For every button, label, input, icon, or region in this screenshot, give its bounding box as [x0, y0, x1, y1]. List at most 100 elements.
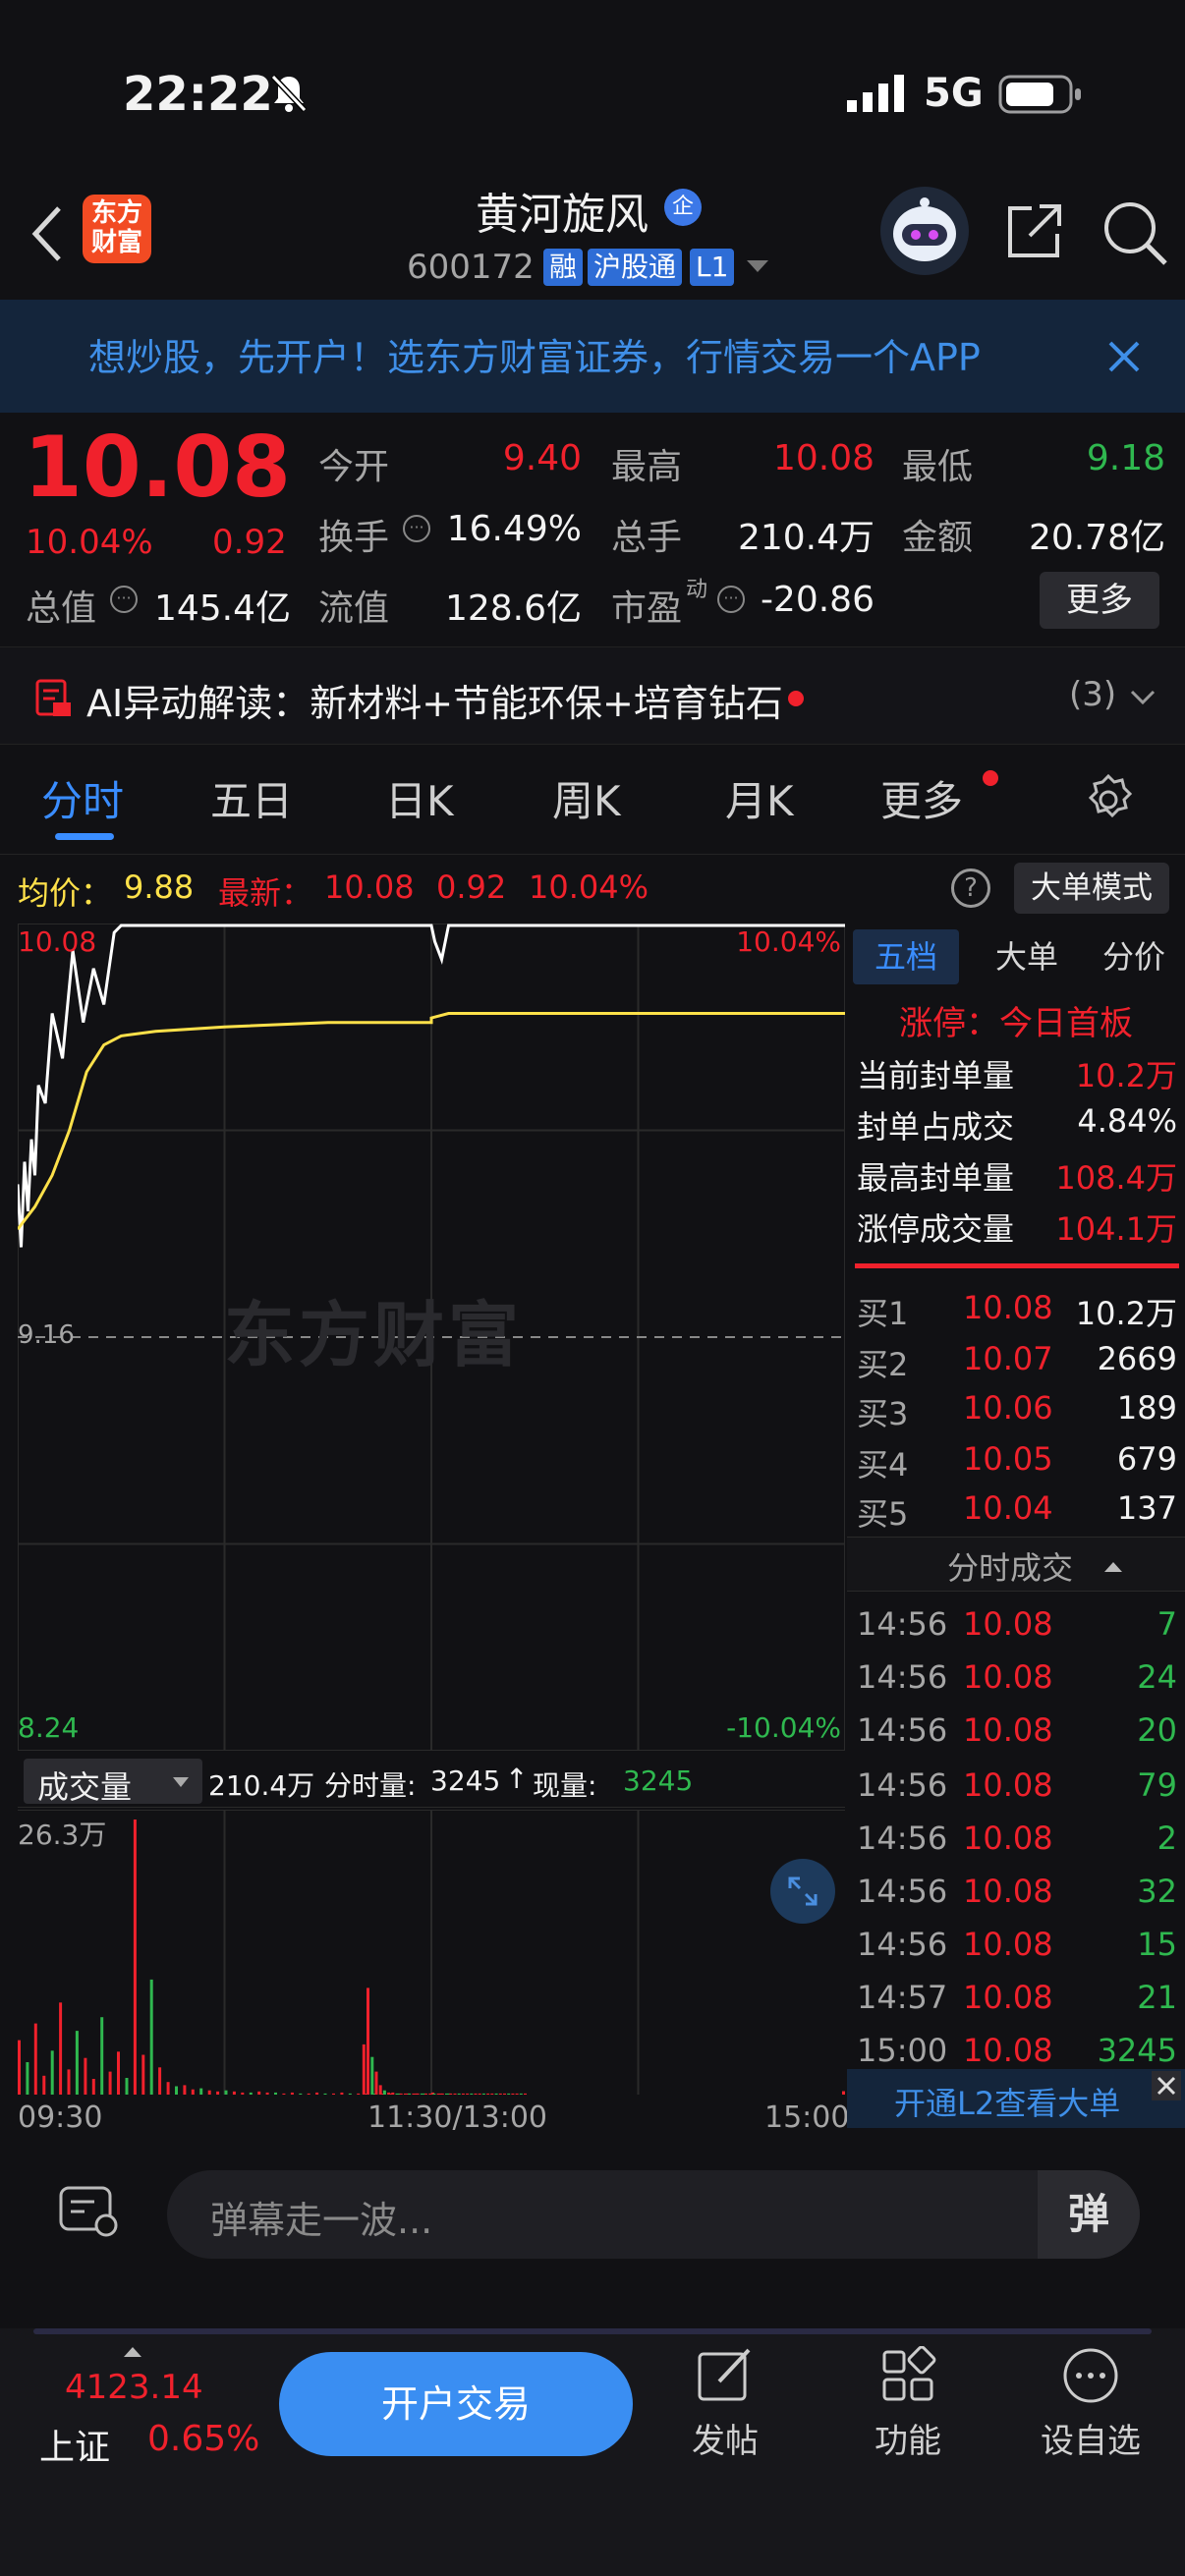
volume-bar [515, 2093, 519, 2095]
open-account-trade-button[interactable]: 开户交易 [279, 2352, 633, 2456]
help-icon[interactable]: ? [951, 868, 990, 908]
volume-bar [507, 2093, 511, 2095]
bid-label: 买2 [857, 1346, 909, 1383]
ai-analysis-text: AI异动解读：新材料+节能环保+培育钻石 [86, 682, 783, 725]
tab-five-levels[interactable]: 五档 [853, 929, 959, 984]
high-label: 最高 [611, 447, 683, 487]
bid-row[interactable]: 买1 10.08 10.2万 [857, 1289, 1177, 1338]
stock-code: 600172 [407, 248, 535, 287]
add-watchlist-button[interactable]: 设自选 [1032, 2346, 1150, 2462]
tab-big-orders[interactable]: 大单 [983, 929, 1071, 984]
volume-bar [75, 2031, 79, 2095]
stat-label: 涨停成交量 [857, 1210, 1015, 1248]
latest-value: 10.08 [324, 868, 415, 906]
search-icon[interactable] [1100, 198, 1169, 267]
bid-row[interactable]: 买2 10.07 2669 [857, 1340, 1177, 1389]
share-icon[interactable] [1002, 200, 1065, 263]
intraday-chart[interactable]: 10.08 10.04% 9.16 8.24 -10.04% 东方财富 [18, 924, 845, 1751]
bid-price: 10.04 [963, 1489, 1053, 1527]
dropdown-icon[interactable] [747, 259, 768, 273]
volume-bar [282, 2093, 286, 2095]
tab-monthly-k[interactable]: 月K [725, 768, 794, 828]
volume-bar [470, 2093, 474, 2095]
bid-label: 买1 [857, 1295, 909, 1332]
tab-five-day[interactable]: 五日 [210, 768, 293, 828]
trade-volume: 79 [1137, 1766, 1177, 1804]
bid-label: 买4 [857, 1446, 909, 1484]
expand-icon[interactable] [770, 1859, 835, 1924]
danmu-send-button[interactable]: 弹 [1038, 2170, 1140, 2259]
big-order-mode-button[interactable]: 大单模式 [1014, 863, 1169, 914]
latest-label: 最新： [218, 874, 313, 912]
volume-bar [412, 2093, 416, 2095]
stat-row: 封单占成交 4.84% [857, 1102, 1177, 1151]
robot-assistant-icon[interactable] [880, 187, 969, 275]
ai-analysis-bar[interactable]: AI异动解读：新材料+节能环保+培育钻石 (3) [0, 646, 1185, 745]
silent-bell-icon [267, 71, 310, 114]
trades-header[interactable]: 分时成交 [847, 1537, 1185, 1592]
time-start: 09:30 [18, 2100, 103, 2135]
volume-bar [408, 2093, 412, 2095]
gear-icon[interactable] [1081, 772, 1136, 827]
volume-bar [524, 2093, 527, 2095]
volume-bar [117, 2051, 120, 2095]
limit-up-label: 涨停：今日首板 [899, 1004, 1133, 1043]
more-button[interactable]: 更多 [1040, 572, 1159, 629]
volume-bar [374, 2071, 378, 2095]
back-arrow-icon[interactable] [28, 204, 67, 263]
l2-banner[interactable]: 开通L2查看大单 [847, 2069, 1185, 2128]
open-account-banner[interactable]: 想炒股，先开户！选东方财富证券，行情交易一个APP [0, 300, 1185, 413]
volume-bar [249, 2092, 253, 2095]
volume-bar [403, 2093, 407, 2095]
volume-bar [59, 2002, 63, 2095]
volume-bar [382, 2090, 386, 2095]
volume-bar [199, 2088, 203, 2095]
info-icon[interactable]: ··· [717, 586, 745, 613]
bid-row[interactable]: 买5 10.04 137 [857, 1489, 1177, 1539]
tab-weekly-k[interactable]: 周K [552, 768, 621, 828]
watchlist-label: 设自选 [1041, 2422, 1141, 2461]
volume-label: 总手 [611, 518, 683, 558]
danmu-bar: 弹幕走一波... 弹 [0, 2137, 1185, 2274]
close-icon[interactable] [1152, 2071, 1181, 2100]
bid-volume: 137 [1116, 1489, 1177, 1527]
low-value: 9.18 [1086, 438, 1165, 478]
functions-button[interactable]: 功能 [859, 2345, 957, 2462]
volume-bar [378, 2085, 382, 2095]
tab-more[interactable]: 更多 [880, 768, 963, 828]
eastmoney-logo[interactable]: 东方 财富 [83, 195, 151, 263]
trade-row: 14:56 10.08 20 [857, 1711, 1177, 1761]
bottom-pct-label: -10.04% [726, 1711, 841, 1744]
volume-bar [67, 2069, 71, 2095]
l2-banner-text: 开通L2查看大单 [894, 2085, 1121, 2122]
volume-bar [498, 2093, 502, 2095]
danmu-settings-icon[interactable] [55, 2180, 126, 2243]
trade-time: 14:56 [857, 1873, 948, 1910]
info-icon[interactable]: ··· [403, 515, 430, 542]
volume-bar [519, 2093, 523, 2095]
trade-time: 14:56 [857, 1658, 948, 1696]
trade-row: 14:56 10.08 2 [857, 1820, 1177, 1869]
trade-time: 14:56 [857, 1766, 948, 1804]
info-icon[interactable]: ··· [110, 586, 138, 613]
volume-total: 210.4万 [208, 1769, 315, 1802]
trade-price: 10.08 [963, 1658, 1053, 1696]
volume-bar [332, 2093, 335, 2095]
bid-price: 10.08 [963, 1289, 1053, 1326]
volume-selector[interactable]: 成交量 [24, 1759, 202, 1806]
watermark: 东方财富 [224, 1294, 524, 1376]
chart-info-bar: 均价： 9.88 最新： 10.08 0.92 10.04% ? 大单模式 [0, 855, 1185, 924]
post-button[interactable]: 发帖 [676, 2346, 774, 2462]
danmu-input[interactable]: 弹幕走一波... 弹 [167, 2170, 1140, 2259]
time-end: 15:00 [764, 2100, 850, 2135]
tab-price-dist[interactable]: 分价 [1087, 929, 1181, 984]
volume-bar [494, 2093, 498, 2095]
volume-chart[interactable]: 26.3万 [18, 1810, 845, 2095]
more-dots-icon [1063, 2348, 1118, 2403]
tab-daily-k[interactable]: 日K [385, 768, 454, 828]
bid-row[interactable]: 买4 10.05 679 [857, 1440, 1177, 1489]
latest-change: 0.92 [436, 868, 507, 906]
bid-row[interactable]: 买3 10.06 189 [857, 1389, 1177, 1438]
tab-intraday[interactable]: 分时 [41, 768, 124, 828]
close-icon[interactable] [1106, 339, 1142, 374]
